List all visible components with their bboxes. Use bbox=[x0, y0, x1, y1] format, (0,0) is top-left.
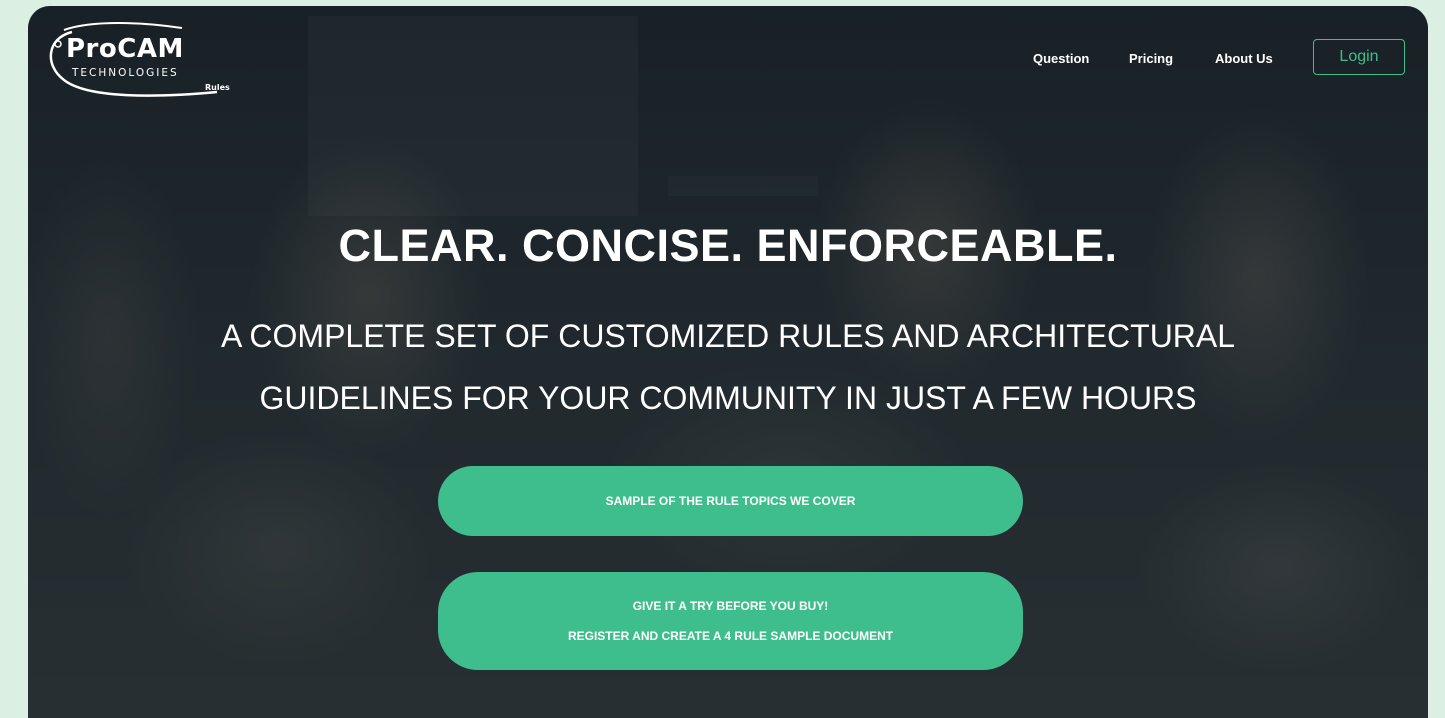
logo-tagline-text: TECHNOLOGIES bbox=[72, 67, 179, 79]
nav-link-about-us[interactable]: About Us bbox=[1215, 51, 1273, 66]
procam-logo[interactable]: ProCAM TECHNOLOGIES Rules bbox=[42, 20, 232, 97]
try-button-line-2: REGISTER AND CREATE A 4 RULE SAMPLE DOCU… bbox=[567, 629, 894, 643]
rule-topics-button[interactable]: SAMPLE OF THE RULE TOPICS WE COVER bbox=[438, 466, 1023, 536]
hero-subheadline-line-1: A COMPLETE SET OF CUSTOMIZED RULES AND A… bbox=[220, 318, 1236, 354]
try-before-buy-button[interactable]: GIVE IT A TRY BEFORE YOU BUY! REGISTER A… bbox=[438, 572, 1023, 670]
rule-topics-button-label: SAMPLE OF THE RULE TOPICS WE COVER bbox=[605, 494, 856, 508]
nav-link-pricing[interactable]: Pricing bbox=[1129, 51, 1173, 66]
hero-subheadline-line-2: GUIDELINES FOR YOUR COMMUNITY IN JUST A … bbox=[259, 380, 1197, 416]
login-button[interactable]: Login bbox=[1313, 39, 1405, 75]
try-button-line-1: GIVE IT A TRY BEFORE YOU BUY! bbox=[632, 599, 829, 613]
logo-brand-text: ProCAM bbox=[66, 34, 184, 64]
hero-headline: CLEAR. CONCISE. ENFORCEABLE. bbox=[338, 220, 1118, 271]
logo-product-text: Rules bbox=[205, 83, 230, 92]
hero-section: ProCAM TECHNOLOGIES Rules Question Prici… bbox=[28, 6, 1428, 718]
nav-link-question[interactable]: Question bbox=[1033, 51, 1089, 66]
